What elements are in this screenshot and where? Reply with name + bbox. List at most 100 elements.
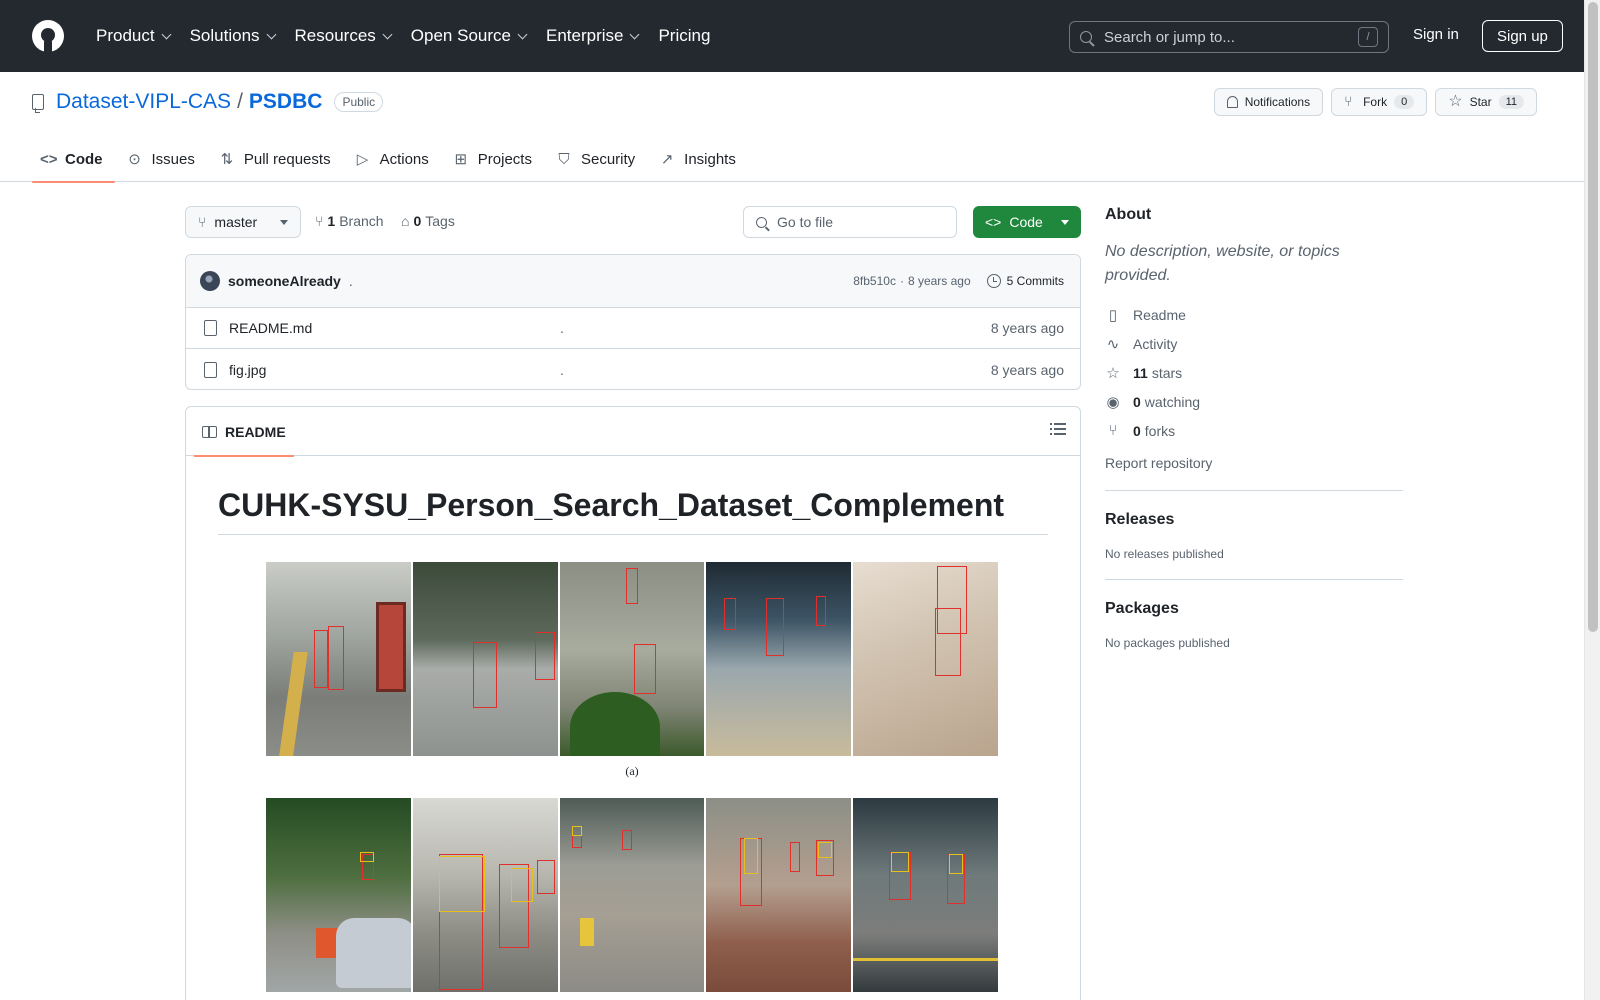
- about-heading: About: [1105, 206, 1152, 223]
- about-description: No description, website, or topics provi…: [1105, 243, 1340, 284]
- tab-pull-requests[interactable]: ⇅ Pull requests: [211, 136, 343, 182]
- nav-pricing[interactable]: Pricing: [650, 20, 718, 52]
- repo-path-separator: /: [237, 90, 243, 113]
- file-name-link[interactable]: README.md: [229, 320, 312, 336]
- file-row: README.md . 8 years ago: [186, 308, 1080, 349]
- code-download-button[interactable]: <> Code: [973, 206, 1081, 238]
- tab-insights[interactable]: ↗ Insights: [651, 136, 748, 182]
- nav-open-source[interactable]: Open Source: [403, 20, 534, 52]
- dataset-photo: [853, 798, 998, 992]
- tab-issues-label: Issues: [151, 150, 195, 168]
- star-label: Star: [1469, 95, 1492, 109]
- repo-name-link[interactable]: PSDBC: [249, 90, 323, 114]
- readme-link[interactable]: ▯ Readme: [1105, 300, 1403, 329]
- caret-down-icon: [280, 219, 288, 225]
- chevron-down-icon: [266, 29, 276, 39]
- fork-label: Fork: [1363, 95, 1388, 109]
- stars-label: stars: [1151, 364, 1183, 381]
- nav-solutions[interactable]: Solutions: [182, 20, 283, 52]
- readme-title: CUHK-SYSU_Person_Search_Dataset_Compleme…: [218, 487, 1048, 535]
- fork-icon: ⑂: [1108, 422, 1118, 439]
- table-icon: ⊞: [454, 151, 468, 168]
- tab-projects-label: Projects: [477, 150, 532, 168]
- notifications-button[interactable]: Notifications: [1213, 88, 1324, 116]
- global-header: Product Solutions Resources Open Source …: [0, 0, 1584, 72]
- chevron-down-icon: [630, 29, 640, 39]
- code-icon: <>: [40, 150, 58, 168]
- history-icon: [986, 274, 1001, 288]
- avatar[interactable]: [200, 271, 220, 291]
- repo-owner-link[interactable]: Dataset-VIPL-CAS: [56, 90, 231, 114]
- dataset-photo: [412, 798, 558, 992]
- page-scrollbar[interactable]: [1584, 0, 1600, 1000]
- go-to-file-placeholder: Go to file: [777, 214, 834, 230]
- dataset-photo: [706, 562, 852, 756]
- global-search-input[interactable]: Search or jump to... /: [1069, 21, 1389, 53]
- forks-count: 0: [1133, 422, 1141, 439]
- tab-actions[interactable]: ▷ Actions: [347, 136, 441, 182]
- scrollbar-thumb[interactable]: [1588, 2, 1598, 632]
- chevron-down-icon: [382, 29, 393, 39]
- forks-link[interactable]: ⑂ 0 forks: [1105, 416, 1403, 445]
- issue-icon: ⊙: [128, 151, 141, 168]
- commit-message-link[interactable]: .: [349, 273, 353, 289]
- nav-enterprise[interactable]: Enterprise: [538, 20, 646, 52]
- star-icon: ☆: [1106, 364, 1120, 382]
- star-button[interactable]: ☆ Star 11: [1435, 88, 1537, 116]
- watching-link[interactable]: ◉ 0 watching: [1105, 387, 1403, 416]
- dataset-photo: [412, 562, 558, 756]
- stars-link[interactable]: ☆ 11 stars: [1105, 358, 1403, 387]
- commit-hash-link[interactable]: 8fb510c: [853, 274, 896, 288]
- dataset-photo: [706, 798, 852, 992]
- repo-icon: [32, 94, 44, 113]
- commit-author-link[interactable]: someoneAlready: [228, 273, 341, 289]
- figure-row-a: [266, 562, 998, 756]
- repo-sidebar: About No description, website, or topics…: [1105, 206, 1403, 650]
- fork-button[interactable]: Fork 0: [1331, 88, 1428, 116]
- go-to-file-input[interactable]: Go to file: [743, 206, 957, 238]
- repo-title: Dataset-VIPL-CAS / PSDBC Public: [32, 90, 384, 114]
- file-commit-message[interactable]: .: [560, 320, 564, 336]
- nav-product[interactable]: Product: [88, 20, 178, 52]
- file-name-link[interactable]: fig.jpg: [229, 362, 266, 378]
- sign-in-link[interactable]: Sign in: [1413, 26, 1459, 43]
- branch-name: master: [214, 214, 258, 230]
- graph-icon: ↗: [660, 151, 674, 168]
- commits-label: 5 Commits: [1006, 274, 1064, 288]
- nav-open-source-label: Open Source: [410, 26, 511, 45]
- shield-icon: ⛉: [558, 150, 570, 168]
- code-icon: <>: [985, 214, 1002, 230]
- nav-resources[interactable]: Resources: [287, 20, 399, 52]
- outline-list-icon[interactable]: [1050, 423, 1066, 437]
- packages-heading[interactable]: Packages: [1105, 600, 1403, 618]
- readme-tab-bar: README: [186, 407, 1080, 457]
- tag-icon: ⌂: [401, 213, 410, 229]
- activity-link[interactable]: ∿ Activity: [1105, 329, 1403, 358]
- watching-count: 0: [1133, 393, 1141, 410]
- file-icon: [204, 320, 217, 336]
- tab-code[interactable]: <> Code: [32, 136, 115, 183]
- tab-projects[interactable]: ⊞ Projects: [445, 136, 544, 182]
- releases-heading[interactable]: Releases: [1105, 511, 1403, 529]
- commits-history-link[interactable]: 5 Commits: [986, 274, 1064, 288]
- branch-select-button[interactable]: ⑂ master: [185, 206, 301, 238]
- file-commit-message[interactable]: .: [560, 362, 564, 378]
- figure-row-b: [266, 798, 998, 992]
- readme-tab[interactable]: README: [194, 407, 294, 457]
- tags-link[interactable]: ⌂ 0 Tags: [401, 213, 455, 229]
- branch-label: Branch: [339, 213, 384, 229]
- tab-security[interactable]: ⛉ Security: [548, 136, 647, 182]
- tab-insights-label: Insights: [684, 150, 736, 168]
- tab-issues[interactable]: ⊙ Issues: [119, 136, 207, 182]
- pull-request-icon: ⇅: [220, 151, 234, 168]
- readme-panel: README CUHK-SYSU_Person_Search_Dataset_C…: [185, 406, 1081, 1000]
- divider: [1105, 579, 1403, 580]
- github-logo-icon[interactable]: [32, 20, 64, 52]
- branches-link[interactable]: ⑂ 1 Branch: [315, 213, 384, 229]
- packages-empty: No packages published: [1105, 636, 1230, 650]
- nav-resources-label: Resources: [294, 26, 376, 45]
- sign-up-button[interactable]: Sign up: [1482, 20, 1563, 52]
- commit-time: 8 years ago: [907, 274, 971, 288]
- report-repository-link[interactable]: Report repository: [1105, 449, 1403, 478]
- notifications-label: Notifications: [1244, 95, 1311, 109]
